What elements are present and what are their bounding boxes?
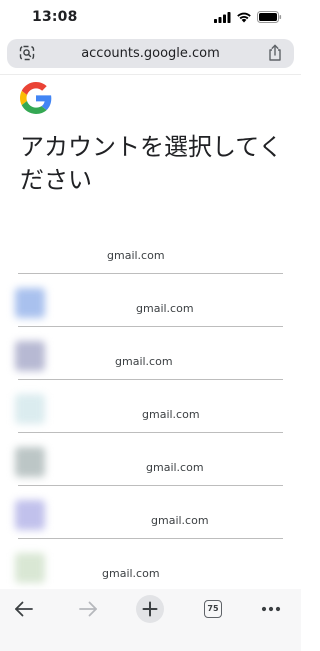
battery-icon [257, 11, 282, 23]
browser-page: 13:08 accounts.google.com アカウントを選択してください… [0, 0, 301, 651]
account-email: gmail.com [136, 302, 194, 315]
wifi-icon [237, 12, 251, 23]
new-tab-button[interactable] [136, 595, 164, 623]
tab-switcher-button[interactable]: 75 [199, 595, 227, 623]
account-avatar [15, 447, 45, 477]
forward-button[interactable] [74, 595, 102, 623]
account-avatar [15, 394, 45, 424]
account-email: gmail.com [102, 567, 160, 580]
topbar-divider [0, 74, 301, 75]
account-email: gmail.com [142, 408, 200, 421]
account-email: gmail.com [146, 461, 204, 474]
account-divider [18, 326, 283, 327]
tab-count: 75 [204, 600, 222, 618]
account-divider [18, 538, 283, 539]
account-email: gmail.com [107, 249, 165, 262]
page-title: アカウントを選択してください [20, 133, 283, 194]
share-icon[interactable] [267, 44, 283, 62]
address-bar[interactable]: accounts.google.com [7, 39, 294, 68]
more-menu-button[interactable] [257, 595, 285, 623]
account-avatar [15, 288, 45, 318]
status-icons [214, 11, 282, 23]
account-email: gmail.com [151, 514, 209, 527]
back-button[interactable] [10, 595, 38, 623]
forward-icon [79, 601, 97, 617]
more-icon [261, 606, 281, 612]
cellular-signal-icon [214, 11, 231, 23]
bottom-toolbar: 75 [0, 589, 301, 651]
account-divider [18, 432, 283, 433]
account-divider [18, 273, 283, 274]
new-tab-icon [142, 601, 158, 617]
account-avatar [15, 553, 45, 583]
account-divider [18, 485, 283, 486]
account-avatar [15, 500, 45, 530]
account-email: gmail.com [115, 355, 173, 368]
account-avatar [15, 341, 45, 371]
url-text[interactable]: accounts.google.com [7, 46, 294, 61]
account-divider [18, 379, 283, 380]
status-time: 13:08 [32, 9, 78, 25]
google-logo [20, 82, 52, 114]
back-icon [15, 601, 33, 617]
status-bar: 13:08 [0, 0, 301, 36]
